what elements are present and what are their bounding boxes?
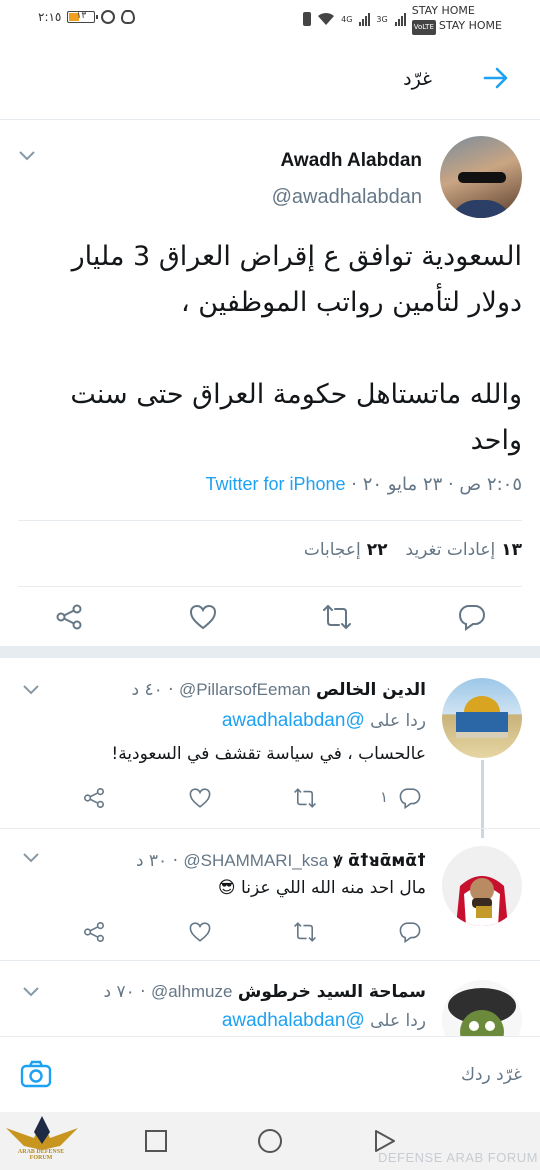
- reply-time: ٧٠ د: [103, 982, 135, 1002]
- chevron-down-icon[interactable]: [22, 852, 40, 864]
- reply-text: مال احد منه الله اللي عزنا 😎: [217, 878, 426, 898]
- signal-icon-2: [394, 12, 406, 26]
- reply-header: الدين الخالص @PillarsofEeman · ٤٠ د: [131, 680, 426, 700]
- share-icon[interactable]: [82, 920, 106, 944]
- dome-image: [456, 696, 508, 738]
- likes-stat[interactable]: ٢٢إعجابات: [304, 540, 388, 560]
- status-bar: ٢:١٥ ١٣ 4G 3G STAY HOME VoLTE STAY HOME: [0, 0, 540, 36]
- share-icon[interactable]: [54, 602, 84, 632]
- divider: [0, 960, 540, 961]
- back-arrow-icon[interactable]: [482, 66, 510, 90]
- reply-to-label: ردا على: [370, 1011, 426, 1031]
- network-type-1: 4G: [341, 14, 353, 24]
- status-time: ٢:١٥: [38, 10, 62, 24]
- reply-text: عالحساب ، في سياسة تقشف في السعودية!: [111, 744, 426, 764]
- reply-actions: [0, 920, 540, 948]
- compose-placeholder[interactable]: غرّد ردك: [461, 1065, 522, 1085]
- carrier-2-row: VoLTE STAY HOME: [411, 18, 502, 35]
- tweet-text: السعودية توافق ع إقراض العراق 3 مليار دو…: [70, 241, 522, 456]
- alert-icon: [303, 12, 312, 26]
- portrait-image: [456, 876, 508, 926]
- battery-level: ١٣: [76, 11, 87, 21]
- status-right: 4G 3G STAY HOME VoLTE STAY HOME: [303, 3, 502, 35]
- reply-header: سماحة السيد خرطوش @alhmuze · ٧٠ د: [103, 982, 426, 1002]
- reply-author-handle[interactable]: @PillarsofEeman: [179, 680, 311, 699]
- tweet-actions: [0, 602, 540, 646]
- watermark-text: DEFENSE ARAB FORUM: [378, 1150, 538, 1165]
- watermark-logo-text: ARAB DEFENSE FORUM: [17, 1149, 65, 1161]
- reply-to: ردا على @awadhalabdan: [222, 710, 426, 732]
- retweet-icon[interactable]: [293, 920, 317, 944]
- reply-to: ردا على @awadhalabdan: [222, 1010, 426, 1032]
- tweet-stats: ١٣إعادات تغريد ٢٢إعجابات: [304, 540, 522, 560]
- tweet-timestamp: ٢:٠٥ ص · ٢٣ مايو ٢٠: [362, 474, 522, 495]
- camera-icon[interactable]: [20, 1059, 52, 1089]
- network-type-2: 3G: [376, 14, 388, 24]
- reply-author-name[interactable]: سماحة السيد خرطوش: [238, 982, 426, 1002]
- author-handle[interactable]: @awadhalabdan: [272, 186, 422, 209]
- reply-icon[interactable]: [457, 602, 487, 632]
- reply-to-handle[interactable]: @awadhalabdan: [222, 1010, 365, 1031]
- like-icon[interactable]: [188, 602, 218, 632]
- eye-comfort-icon: [121, 10, 136, 24]
- avatar-shirt: [450, 200, 512, 218]
- like-icon[interactable]: [188, 786, 212, 810]
- retweet-icon[interactable]: [293, 786, 317, 810]
- share-icon[interactable]: [82, 786, 106, 810]
- retweets-count: ١٣: [501, 540, 522, 560]
- retweet-icon[interactable]: [322, 602, 352, 632]
- recents-square-icon[interactable]: [143, 1128, 169, 1154]
- like-icon[interactable]: [188, 920, 212, 944]
- tweet-source[interactable]: Twitter for iPhone: [205, 474, 345, 494]
- author-avatar[interactable]: [440, 136, 522, 218]
- carrier-1: STAY HOME: [411, 4, 475, 17]
- wifi-icon: [318, 12, 335, 25]
- reply-author-name[interactable]: ꝟ ᾱꝉᴚᾱᴍᾱꝉ: [334, 851, 426, 871]
- reply-count: ١: [380, 788, 389, 806]
- likes-label: إعجابات: [303, 540, 361, 560]
- chevron-down-icon[interactable]: [18, 150, 36, 162]
- page-title: غرّد: [403, 68, 432, 90]
- retweets-stat[interactable]: ١٣إعادات تغريد: [406, 540, 522, 560]
- reply-author-handle[interactable]: @alhmuze: [151, 982, 233, 1001]
- divider: [18, 520, 522, 521]
- volte-badge: VoLTE: [411, 20, 436, 35]
- retweets-label: إعادات تغريد: [405, 540, 496, 560]
- reply-header: ꝟ ᾱꝉᴚᾱᴍᾱꝉ @SHAMMARI_ksa · ٣٠ د: [135, 851, 426, 871]
- reply-to-label: ردا على: [370, 711, 426, 731]
- signal-icon-1: [359, 12, 371, 26]
- reply-compose-bar[interactable]: غرّد ردك: [0, 1036, 540, 1112]
- likes-count: ٢٢: [366, 540, 388, 560]
- avatar-glasses: [458, 172, 506, 183]
- app-header: غرّد: [0, 36, 540, 120]
- reply-time: ٣٠ د: [135, 851, 168, 871]
- divider: [18, 586, 522, 587]
- reply-avatar[interactable]: [442, 678, 522, 758]
- reply-to-handle[interactable]: @awadhalabdan: [222, 710, 365, 731]
- tweet-meta: ٢:٠٥ ص · ٢٣ مايو ٢٠ · Twitter for iPhone: [205, 474, 522, 495]
- reply-icon[interactable]: [398, 920, 422, 944]
- divider: [0, 828, 540, 829]
- author-name[interactable]: Awadh Alabdan: [281, 150, 422, 172]
- reply-icon[interactable]: [398, 786, 422, 810]
- reply-time: ٤٠ د: [131, 680, 163, 700]
- carrier-names: STAY HOME VoLTE STAY HOME: [411, 3, 502, 35]
- chevron-down-icon[interactable]: [22, 986, 40, 998]
- status-left: ٢:١٥ ١٣: [38, 10, 136, 24]
- reply-avatar[interactable]: [442, 846, 522, 926]
- carrier-2: STAY HOME: [438, 19, 502, 32]
- section-separator: [0, 646, 540, 658]
- home-circle-icon[interactable]: [257, 1128, 283, 1154]
- thread-line: [481, 760, 484, 838]
- reply-actions: ١: [0, 786, 540, 814]
- reply-author-handle[interactable]: @SHAMMARI_ksa: [183, 851, 328, 870]
- chevron-down-icon[interactable]: [22, 684, 40, 696]
- battery-icon: ١٣: [67, 11, 99, 23]
- reply-author-name[interactable]: الدين الخالص: [316, 680, 426, 700]
- data-saver-icon: [101, 10, 116, 24]
